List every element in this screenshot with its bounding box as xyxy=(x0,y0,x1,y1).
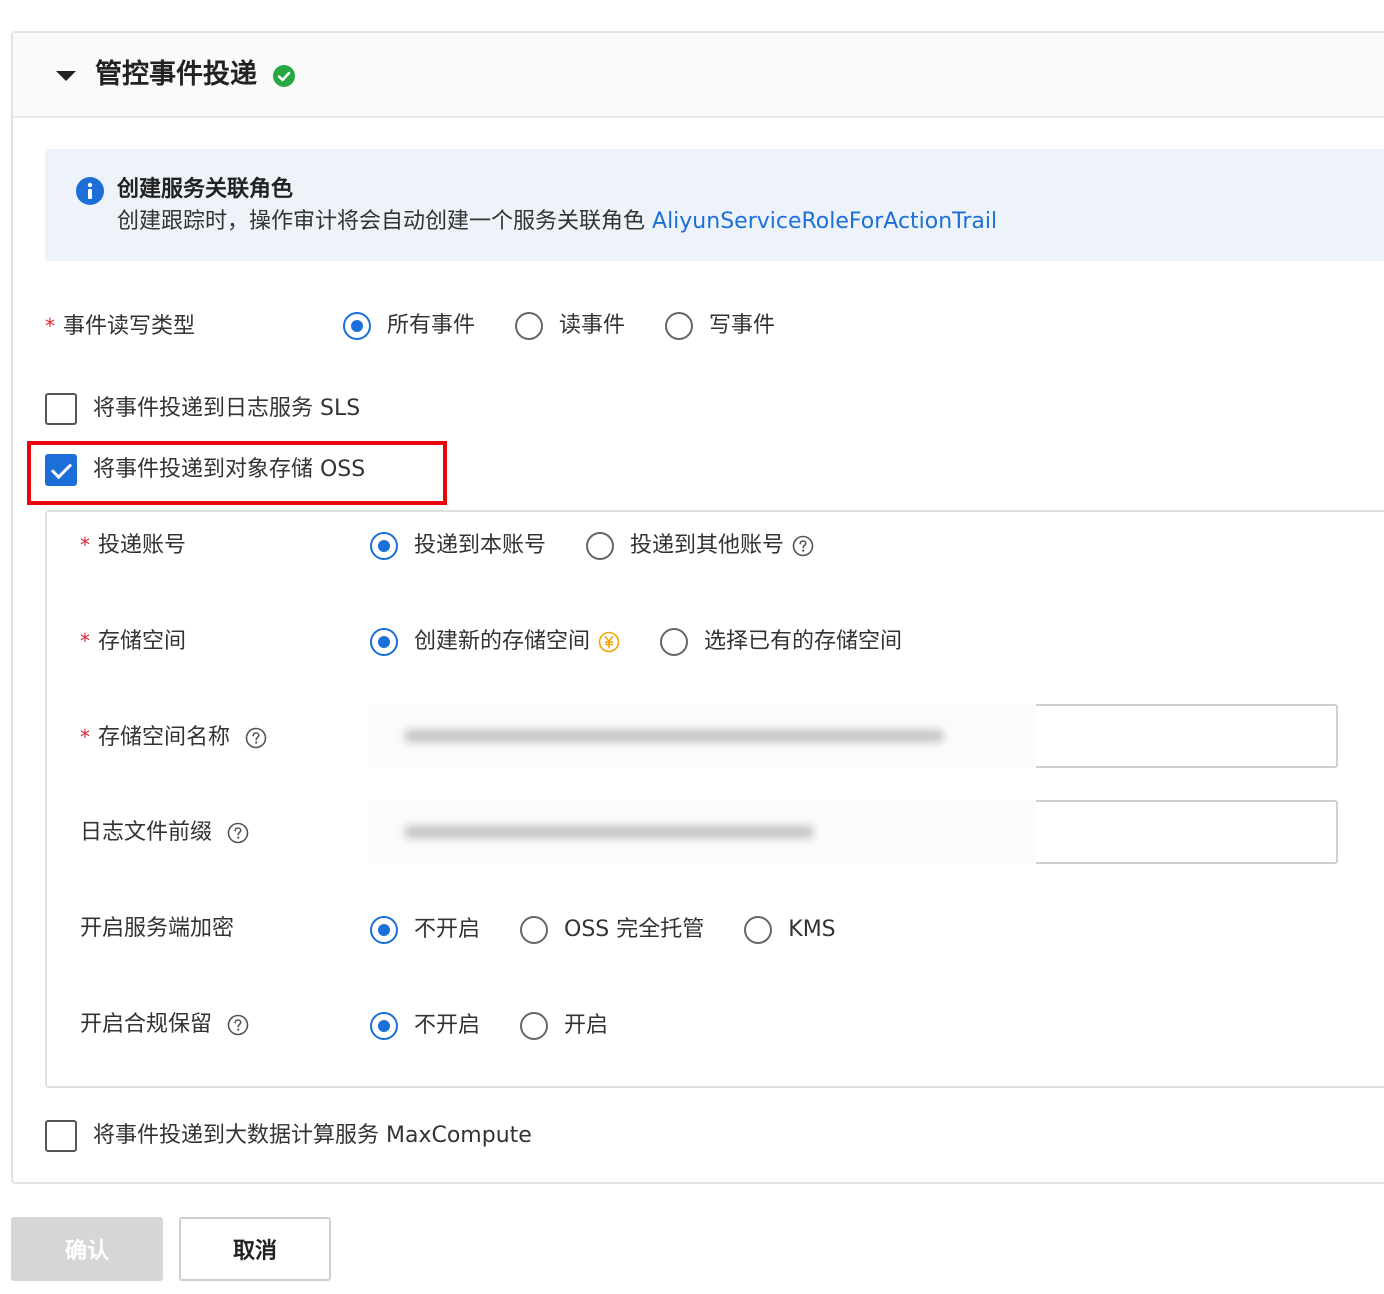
service-role-link[interactable]: AliyunServiceRoleForActionTrail xyxy=(652,209,997,234)
check-circle-icon xyxy=(273,65,295,87)
radio-circle[interactable] xyxy=(665,312,694,340)
event-type-label: * 事件读写类型 xyxy=(45,314,196,339)
radio-create-bucket[interactable]: 创建新的存储空间 xyxy=(370,626,620,658)
radio-circle[interactable] xyxy=(370,1012,398,1040)
required-mark: * xyxy=(80,629,90,653)
oss-settings-panel xyxy=(45,510,1384,1088)
deliver-maxcompute-checkbox-row[interactable]: 将事件投递到大数据计算服务 MaxCompute xyxy=(45,1120,532,1152)
radio-circle[interactable] xyxy=(520,916,549,944)
bucket-name-label: * 存储空间名称 xyxy=(80,721,267,754)
log-prefix-label: 日志文件前缀 xyxy=(80,817,249,849)
radio-this-account[interactable]: 投递到本账号 xyxy=(370,530,546,562)
encryption-label: 开启服务端加密 xyxy=(80,916,235,941)
radio-circle[interactable] xyxy=(370,532,398,560)
deliver-sls-checkbox[interactable] xyxy=(45,393,77,425)
help-icon[interactable] xyxy=(227,822,249,844)
radio-existing-bucket[interactable]: 选择已有的存储空间 xyxy=(660,626,902,658)
yuan-icon xyxy=(598,631,620,653)
radio-circle[interactable] xyxy=(343,312,371,340)
deliver-sls-label: 将事件投递到日志服务 SLS xyxy=(93,396,361,421)
deliver-maxcompute-checkbox[interactable] xyxy=(45,1120,77,1152)
info-icon xyxy=(76,177,104,205)
encryption-radio-group: 不开启 OSS 完全托管 KMS xyxy=(370,914,876,946)
info-text: 创建跟踪时，操作审计将会自动创建一个服务关联角色 AliyunServiceRo… xyxy=(117,206,997,238)
event-type-radio-group: 所有事件 读事件 写事件 xyxy=(343,310,815,342)
panel-header[interactable]: 管控事件投递 xyxy=(13,33,1384,118)
bucket-name-blurred xyxy=(368,704,1036,768)
radio-retention-on[interactable]: 开启 xyxy=(520,1010,608,1042)
blurred-text xyxy=(404,825,814,839)
required-mark: * xyxy=(80,533,90,557)
radio-circle[interactable] xyxy=(744,916,773,944)
bucket-radio-group: 创建新的存储空间 选择已有的存储空间 xyxy=(370,626,942,658)
radio-circle[interactable] xyxy=(515,312,544,340)
info-description: 创建跟踪时，操作审计将会自动创建一个服务关联角色 xyxy=(117,209,646,234)
radio-read-events[interactable]: 读事件 xyxy=(515,310,625,342)
info-title: 创建服务关联角色 xyxy=(117,177,294,202)
log-prefix-blurred xyxy=(368,800,1036,864)
deliver-oss-checkbox[interactable] xyxy=(45,454,77,486)
retention-label: 开启合规保留 xyxy=(80,1009,249,1041)
help-icon[interactable] xyxy=(792,535,814,557)
panel-title: 管控事件投递 xyxy=(95,59,257,90)
required-mark: * xyxy=(45,314,55,338)
caret-down-icon[interactable] xyxy=(56,71,76,81)
radio-encryption-oss[interactable]: OSS 完全托管 xyxy=(520,914,704,946)
radio-write-events[interactable]: 写事件 xyxy=(665,310,775,342)
radio-encryption-off[interactable]: 不开启 xyxy=(370,914,480,946)
help-icon[interactable] xyxy=(227,1014,249,1036)
radio-circle[interactable] xyxy=(370,916,398,944)
radio-other-account[interactable]: 投递到其他账号 xyxy=(586,530,814,562)
delivery-account-label: * 投递账号 xyxy=(80,533,187,558)
retention-radio-group: 不开启 开启 xyxy=(370,1010,648,1042)
confirm-button[interactable]: 确认 xyxy=(11,1217,163,1281)
log-prefix-input[interactable] xyxy=(1036,800,1338,864)
help-icon[interactable] xyxy=(245,727,267,749)
deliver-oss-label: 将事件投递到对象存储 OSS xyxy=(93,457,366,482)
radio-circle[interactable] xyxy=(586,532,615,560)
radio-all-events[interactable]: 所有事件 xyxy=(343,310,475,342)
radio-circle[interactable] xyxy=(660,628,689,656)
radio-encryption-kms[interactable]: KMS xyxy=(744,914,836,946)
radio-retention-off[interactable]: 不开启 xyxy=(370,1010,480,1042)
bucket-name-input[interactable] xyxy=(1036,704,1338,768)
cancel-button[interactable]: 取消 xyxy=(179,1217,331,1281)
deliver-sls-checkbox-row[interactable]: 将事件投递到日志服务 SLS xyxy=(45,393,360,425)
deliver-maxcompute-label: 将事件投递到大数据计算服务 MaxCompute xyxy=(93,1123,532,1148)
blurred-text xyxy=(404,729,944,743)
delivery-account-radio-group: 投递到本账号 投递到其他账号 xyxy=(370,530,854,562)
radio-circle[interactable] xyxy=(520,1012,549,1040)
bucket-label: * 存储空间 xyxy=(80,629,187,654)
deliver-oss-checkbox-row[interactable]: 将事件投递到对象存储 OSS xyxy=(45,454,365,486)
radio-circle[interactable] xyxy=(370,628,398,656)
required-mark: * xyxy=(80,725,90,749)
